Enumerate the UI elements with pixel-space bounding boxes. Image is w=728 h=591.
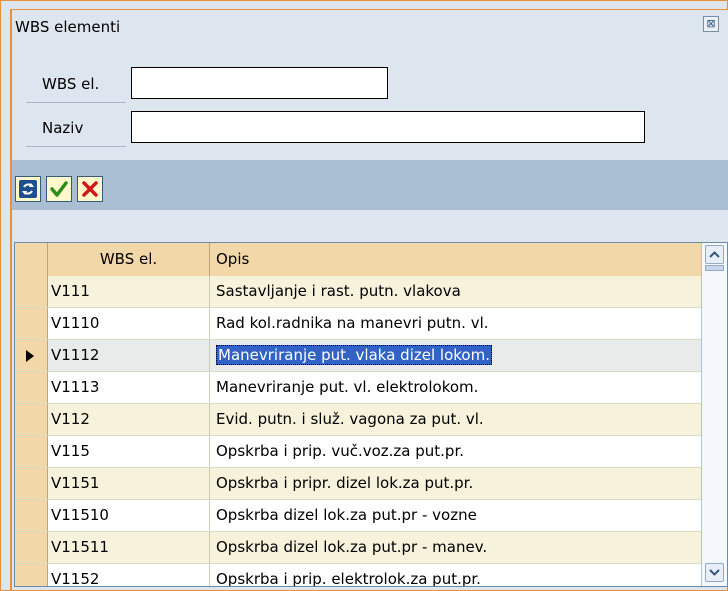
results-table: WBS el. Opis V111 Sastavljanje i rast. pu… (14, 242, 728, 587)
row-selector[interactable] (15, 564, 48, 586)
list-separator (12, 210, 728, 243)
cell-wbs[interactable]: V1151 (48, 468, 210, 499)
naziv-field-row: Naziv (26, 111, 706, 151)
table-row[interactable]: V1110 Rad kol.radnika na manevri putn. vl… (15, 308, 701, 340)
cancel-icon (82, 181, 98, 197)
cell-opis[interactable]: Opskrba dizel lok.za put.pr - manev. (216, 532, 487, 563)
cell-opis[interactable]: Manevriranje put. vl. elektrolokom. (216, 372, 478, 403)
refresh-button[interactable] (15, 176, 41, 202)
cell-wbs[interactable]: V115 (48, 436, 210, 467)
column-header-wbs[interactable]: WBS el. (48, 243, 210, 276)
window-title: WBS elementi (15, 18, 121, 36)
cell-wbs[interactable]: V112 (48, 404, 210, 435)
scroll-thumb[interactable] (705, 265, 724, 271)
cell-wbs[interactable]: V11511 (48, 532, 210, 563)
table-row[interactable]: V111 Sastavljanje i rast. putn. vlakova (15, 276, 701, 308)
naziv-input[interactable] (131, 111, 645, 143)
toolbar (12, 160, 728, 210)
table-row[interactable]: V11510 Opskrba dizel lok.za put.pr - vozn… (15, 500, 701, 532)
wbs-field-row: WBS el. (26, 67, 706, 107)
row-selector[interactable] (15, 404, 48, 435)
table-row[interactable]: V1152 Opskrba i prip. elektrolok.za put.p… (15, 564, 701, 586)
cell-opis[interactable]: Rad kol.radnika na manevri putn. vl. (216, 308, 489, 339)
checkmark-icon (50, 181, 68, 197)
row-selector[interactable] (15, 308, 48, 339)
refresh-icon (19, 180, 37, 198)
wbs-label: WBS el. (26, 67, 126, 103)
title-bar: WBS elementi (12, 10, 728, 40)
search-form: WBS el. Naziv (12, 40, 728, 160)
table-row[interactable]: V1112 Manevriranje put. vlaka dizel lokom… (15, 340, 701, 372)
wbs-input[interactable] (131, 67, 388, 99)
cell-wbs[interactable]: V111 (48, 276, 210, 307)
scroll-up-button[interactable] (705, 245, 724, 264)
cancel-button[interactable] (77, 176, 103, 202)
cell-opis[interactable]: Opskrba i prip. elektrolok.za put.pr. (216, 564, 481, 586)
chevron-down-icon (709, 569, 720, 576)
chevron-up-icon (709, 251, 720, 258)
row-selector[interactable] (15, 436, 48, 467)
cell-opis[interactable]: Opskrba dizel lok.za put.pr - vozne (216, 500, 477, 531)
table-header: WBS el. Opis (15, 243, 701, 277)
cell-opis[interactable]: Sastavljanje i rast. putn. vlakova (216, 276, 461, 307)
naziv-label: Naziv (26, 111, 126, 147)
row-selector[interactable] (15, 532, 48, 563)
cell-opis[interactable]: Evid. putn. i služ. vagona za put. vl. (216, 404, 484, 435)
cell-wbs[interactable]: V1152 (48, 564, 210, 586)
cell-wbs[interactable]: V11510 (48, 500, 210, 531)
cell-wbs[interactable]: V1110 (48, 308, 210, 339)
selected-text: Manevriranje put. vlaka dizel lokom. (216, 345, 492, 365)
cell-wbs[interactable]: V1112 (48, 340, 210, 371)
cell-opis[interactable]: Manevriranje put. vlaka dizel lokom. (216, 340, 492, 371)
scroll-down-button[interactable] (705, 563, 724, 582)
table-row[interactable]: V115 Opskrba i prip. vuč.voz.za put.pr. (15, 436, 701, 468)
vertical-scrollbar[interactable] (701, 243, 727, 586)
cell-opis[interactable]: Opskrba i pripr. dizel lok.za put.pr. (216, 468, 473, 499)
confirm-button[interactable] (46, 176, 72, 202)
row-selector[interactable] (15, 372, 48, 403)
select-all-cell[interactable] (15, 243, 48, 276)
table-row[interactable]: V112 Evid. putn. i služ. vagona za put. v… (15, 404, 701, 436)
row-selector[interactable] (15, 468, 48, 499)
row-selector[interactable] (15, 276, 48, 307)
table-row[interactable]: V1151 Opskrba i pripr. dizel lok.za put.p… (15, 468, 701, 500)
column-header-opis[interactable]: Opis (216, 243, 249, 276)
row-selector[interactable] (15, 500, 48, 531)
close-icon[interactable]: ⊠ (703, 16, 719, 32)
current-row-pointer-icon (26, 350, 34, 362)
cell-opis[interactable]: Opskrba i prip. vuč.voz.za put.pr. (216, 436, 464, 467)
table-row[interactable]: V11511 Opskrba dizel lok.za put.pr - mane… (15, 532, 701, 564)
row-selector[interactable] (15, 340, 48, 371)
cell-wbs[interactable]: V1113 (48, 372, 210, 403)
table-row[interactable]: V1113 Manevriranje put. vl. elektrolokom. (15, 372, 701, 404)
